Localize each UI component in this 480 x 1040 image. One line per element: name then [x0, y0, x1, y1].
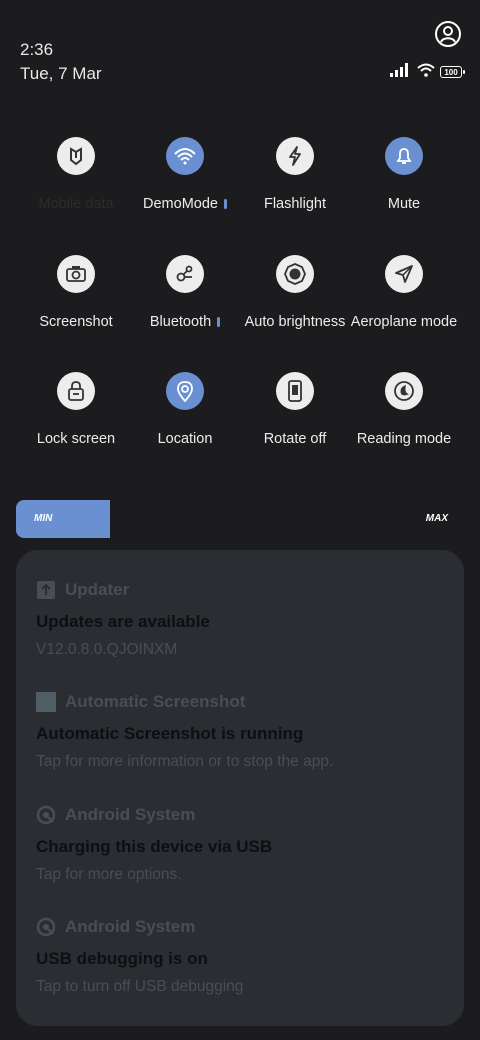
notification-title: Charging this device via USB [36, 837, 273, 856]
tile-label: Aeroplane mode [350, 314, 458, 330]
reading-mode-icon [385, 372, 423, 410]
battery-icon: 100 [440, 66, 465, 78]
tile-auto-brightness[interactable]: Auto brightness [240, 248, 350, 348]
tile-label: Mute [387, 196, 421, 212]
tile-screenshot[interactable]: Screenshot [21, 248, 131, 348]
brightness-icon [276, 255, 314, 293]
tile-label: Reading mode [356, 431, 452, 447]
wifi-icon [166, 137, 204, 175]
notification-auto-screenshot[interactable]: Automatic Screenshot Automatic Screensho… [36, 692, 446, 771]
tile-label: DemoMode [143, 196, 218, 212]
notification-title: Updates are available [36, 612, 210, 631]
wifi-icon [417, 63, 435, 82]
tile-mute[interactable]: Mute [349, 130, 459, 230]
status-bar: 2:36 Tue, 7 Mar 100 [20, 21, 465, 90]
flashlight-icon [276, 137, 314, 175]
tile-label: Bluetooth [149, 314, 212, 330]
notification-body: V12.0.8.0.QJOINXM [36, 641, 178, 658]
tile-flashlight[interactable]: Flashlight [240, 130, 350, 230]
notification-app-name: Updater [65, 580, 130, 599]
tile-bluetooth[interactable]: Bluetooth [130, 248, 240, 348]
notification-body: Tap to turn off USB debugging [36, 978, 244, 995]
signal-icon [390, 62, 412, 82]
notification-usb-debugging[interactable]: Android System USB debugging is on Tap t… [36, 917, 446, 996]
android-system-icon [36, 917, 56, 937]
date: Tue, 7 Mar [20, 64, 102, 83]
active-indicator [217, 317, 221, 328]
notification-body: Tap for more information or to stop the … [36, 753, 334, 770]
tile-demomode[interactable]: DemoMode [130, 130, 240, 230]
system-icons: 100 [390, 62, 465, 82]
tile-reading-mode[interactable]: Reading mode [349, 365, 459, 465]
tile-lock-screen[interactable]: Lock screen [21, 365, 131, 465]
notification-title: USB debugging is on [36, 949, 208, 968]
notification-app-name: Android System [65, 805, 196, 824]
brightness-slider[interactable]: MIN MAX [16, 500, 464, 538]
brightness-slider-fill [16, 500, 111, 538]
brightness-max-label: MAX [425, 513, 448, 524]
airplane-icon [385, 255, 423, 293]
camera-icon [57, 255, 95, 293]
app-square-icon [36, 692, 56, 712]
active-indicator [223, 199, 227, 210]
tile-location[interactable]: Location [130, 365, 240, 465]
tile-aeroplane-mode[interactable]: Aeroplane mode [349, 248, 459, 348]
clock: 2:36 [20, 40, 54, 59]
android-system-icon [36, 805, 56, 825]
tile-rotate-off[interactable]: Rotate off [240, 365, 350, 465]
user-icon[interactable] [434, 20, 462, 48]
notification-title: Automatic Screenshot is running [36, 724, 304, 743]
bell-icon [385, 137, 423, 175]
notification-panel: Updater Updates are available V12.0.8.0.… [16, 550, 464, 1026]
lock-icon [57, 372, 95, 410]
notification-body: Tap for more options. [36, 866, 182, 883]
notification-app-name: Android System [65, 917, 196, 936]
bluetooth-icon [166, 255, 204, 293]
upload-icon [36, 580, 56, 600]
mobile-data-icon [57, 137, 95, 175]
notification-app-name: Automatic Screenshot [65, 692, 246, 711]
notification-updater[interactable]: Updater Updates are available V12.0.8.0.… [36, 580, 446, 659]
notification-charging[interactable]: Android System Charging this device via … [36, 805, 446, 884]
location-icon [166, 372, 204, 410]
brightness-min-label: MIN [34, 513, 53, 524]
tile-mobile-data[interactable]: Mobile data [21, 130, 131, 230]
rotate-icon [276, 372, 314, 410]
